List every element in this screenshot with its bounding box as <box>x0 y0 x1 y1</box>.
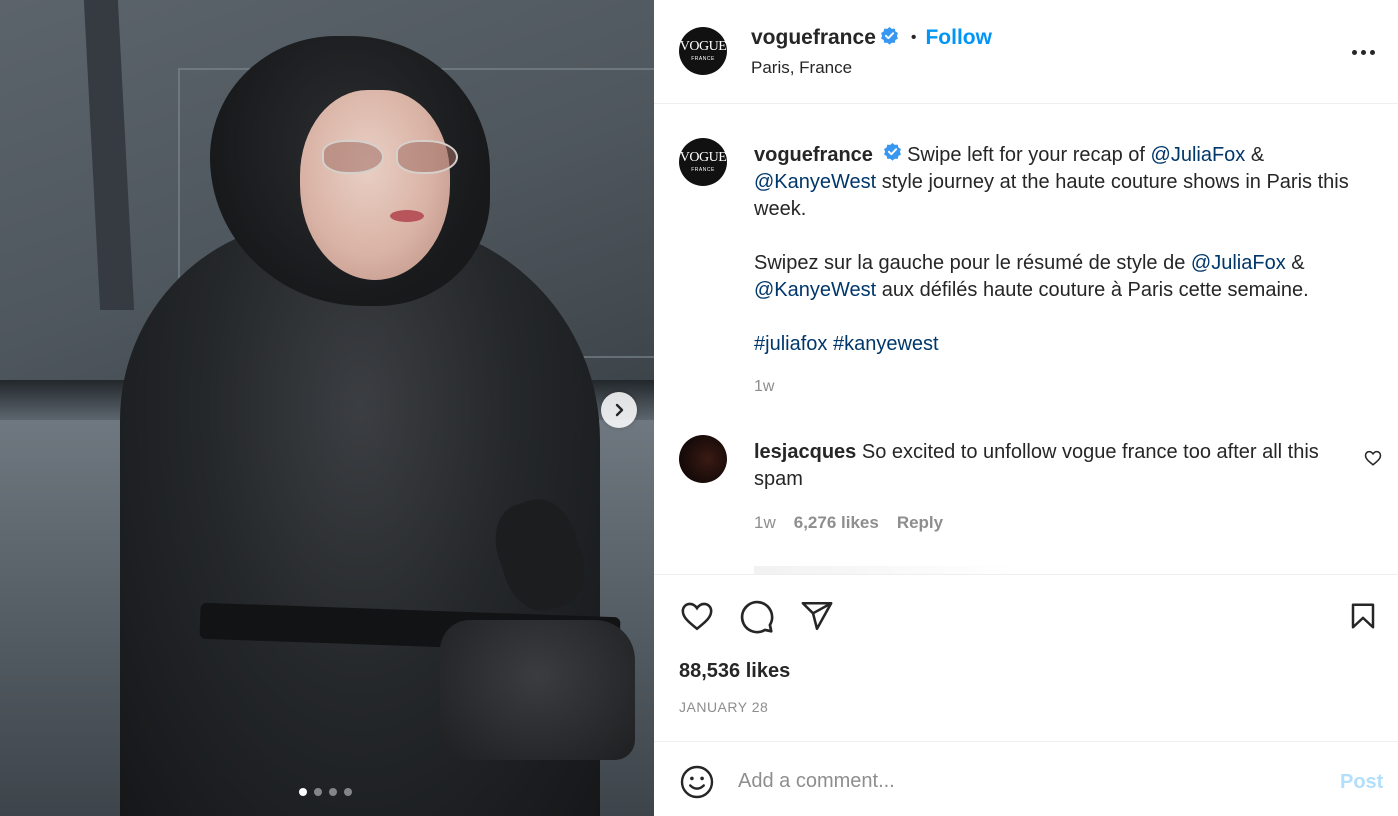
comments-section[interactable]: VOGUE FRANCE voguefrance Swipe left for … <box>654 104 1398 574</box>
heart-icon <box>1364 450 1382 466</box>
carousel-indicator <box>299 788 352 796</box>
comment-timestamp[interactable]: 1w <box>754 513 776 533</box>
save-button[interactable] <box>1348 599 1378 638</box>
author-row: voguefrance • Follow <box>751 26 992 50</box>
hashtag-link[interactable]: #juliafox <box>754 333 827 355</box>
header-separator: • <box>910 29 917 46</box>
mention-link[interactable]: @JuliaFox <box>1191 252 1286 274</box>
figure-sunglasses <box>322 140 462 178</box>
caption-text: Swipe left for your recap of <box>907 144 1145 166</box>
more-dot-icon <box>1360 49 1366 55</box>
likes-count[interactable]: 88,536 likes <box>679 660 790 683</box>
comment-body: lesjacques So excited to unfollow vogue … <box>754 439 1354 493</box>
chevron-right-icon <box>615 403 624 417</box>
share-icon <box>801 601 833 631</box>
carousel-dot <box>299 788 307 796</box>
heart-icon <box>681 602 713 631</box>
avatar-logo-subtext: FRANCE <box>691 56 715 62</box>
carousel-dot <box>329 788 337 796</box>
caption-username[interactable]: voguefrance <box>754 144 873 166</box>
figure-lips <box>390 210 424 222</box>
post-panel: VOGUE FRANCE voguefrance • Follow Paris,… <box>654 0 1398 816</box>
add-comment-input[interactable] <box>738 760 1318 802</box>
avatar-logo-text: VOGUE <box>679 39 727 54</box>
post-comment-button[interactable]: Post <box>1340 771 1383 794</box>
bookmark-icon <box>1351 603 1375 629</box>
follow-button[interactable]: Follow <box>925 26 992 50</box>
avatar-logo-subtext: FRANCE <box>691 167 715 173</box>
comment-reply-button[interactable]: Reply <box>897 513 943 533</box>
add-comment-bar: Post <box>654 742 1398 816</box>
comment-avatar[interactable] <box>679 435 727 483</box>
comment-button[interactable] <box>739 599 775 640</box>
figure-handbag <box>440 620 635 760</box>
comment-like-button[interactable] <box>1364 449 1382 472</box>
comment-meta: 1w 6,276 likes Reply <box>754 513 943 533</box>
mention-link[interactable]: @KanyeWest <box>754 171 876 193</box>
post-actions: 88,536 likes JANUARY 28 <box>654 574 1398 742</box>
more-dot-icon <box>1351 49 1357 55</box>
verified-badge-icon <box>883 142 902 169</box>
post-media[interactable] <box>0 0 654 816</box>
carousel-dot <box>314 788 322 796</box>
comment-likes[interactable]: 6,276 likes <box>794 513 879 533</box>
avatar-logo-text: VOGUE <box>679 150 727 165</box>
post-header: VOGUE FRANCE voguefrance • Follow Paris,… <box>654 0 1398 104</box>
verified-badge-icon <box>880 26 899 50</box>
more-dot-icon <box>1369 49 1375 55</box>
carousel-dot <box>344 788 352 796</box>
caption-hashtags: #juliafox #kanyewest <box>754 331 1374 358</box>
hashtag-link[interactable]: #kanyewest <box>833 333 939 355</box>
mention-link[interactable]: @KanyeWest <box>754 279 876 301</box>
author-avatar[interactable]: VOGUE FRANCE <box>679 27 727 75</box>
next-comment-peek <box>754 566 1014 574</box>
more-options-button[interactable] <box>1348 40 1378 64</box>
emoji-button[interactable] <box>679 764 715 805</box>
caption-text: aux défilés haute couture à Paris cette … <box>881 279 1309 302</box>
figure-face <box>300 90 450 280</box>
carousel-next-button[interactable] <box>601 392 637 428</box>
caption-text: & <box>1291 252 1305 275</box>
post-location[interactable]: Paris, France <box>751 58 852 78</box>
author-username[interactable]: voguefrance <box>751 26 876 50</box>
caption-text: & <box>1250 144 1265 166</box>
post-date[interactable]: JANUARY 28 <box>679 699 768 715</box>
comment-icon <box>740 600 774 634</box>
comment-username[interactable]: lesjacques <box>754 441 856 463</box>
mention-link[interactable]: @JuliaFox <box>1151 144 1246 166</box>
post-caption: voguefrance Swipe left for your recap of… <box>754 142 1374 358</box>
caption-author-avatar[interactable]: VOGUE FRANCE <box>679 138 727 186</box>
share-button[interactable] <box>799 599 835 638</box>
emoji-icon <box>680 765 714 799</box>
caption-paragraph-fr: Swipez sur la gauche pour le résumé de s… <box>754 250 1374 304</box>
caption-text: Swipez sur la gauche pour le résumé de s… <box>754 252 1186 275</box>
caption-timestamp[interactable]: 1w <box>754 378 774 396</box>
like-button[interactable] <box>679 599 715 638</box>
